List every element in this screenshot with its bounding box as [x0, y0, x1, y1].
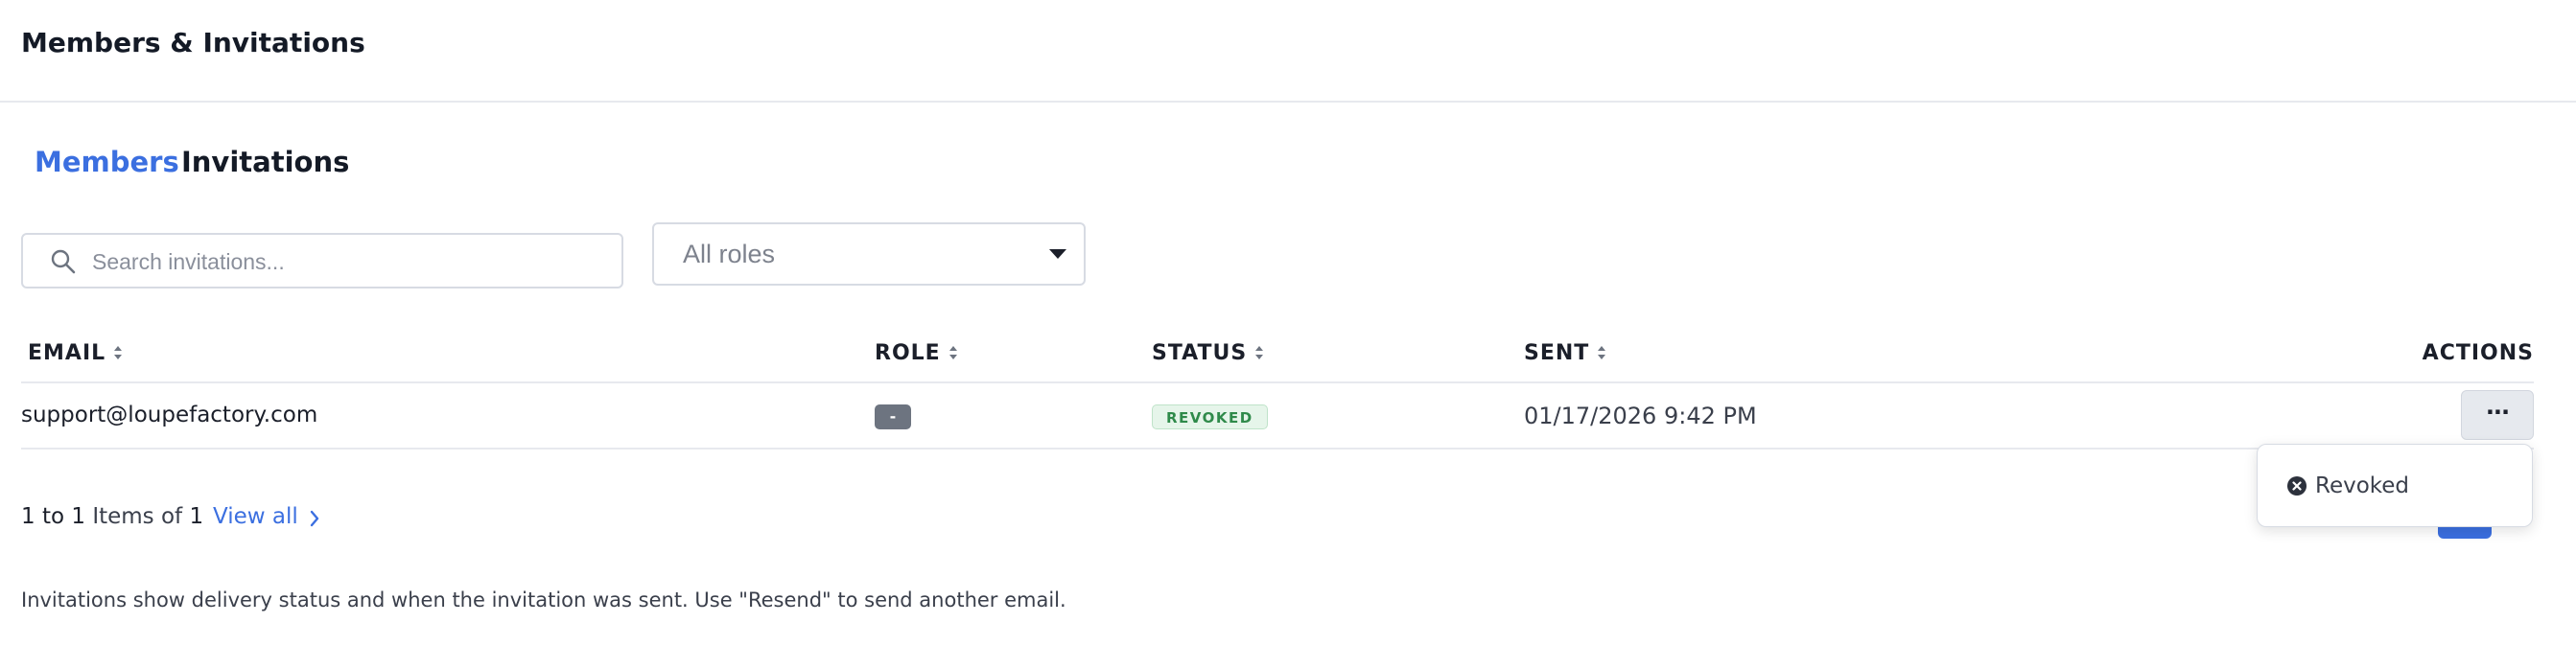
pagination-to-word: to	[41, 504, 65, 529]
tab-invitations[interactable]: Invitations	[181, 146, 349, 178]
pagination-to: 1	[71, 504, 85, 529]
tab-members[interactable]: Members	[35, 146, 179, 178]
row-sent-date: 01/17/2026 9:42 PM	[1524, 403, 1757, 429]
page-title: Members & Invitations	[21, 27, 365, 58]
pagination-total: 1	[189, 504, 204, 529]
column-header-email[interactable]: EMAIL	[28, 341, 123, 365]
column-header-status-label: STATUS	[1152, 341, 1248, 365]
search-icon	[51, 249, 76, 274]
sort-icon	[114, 346, 123, 359]
chevron-right-icon[interactable]	[309, 509, 320, 528]
search-box[interactable]	[21, 233, 623, 288]
sort-icon	[948, 346, 957, 359]
caret-down-icon	[1049, 249, 1066, 259]
role-badge: -	[875, 404, 911, 429]
row-actions-button[interactable]: ···	[2461, 390, 2534, 440]
menu-item-label: Revoked	[2315, 473, 2410, 498]
sort-icon	[1598, 346, 1606, 359]
x-circle-icon	[2287, 476, 2307, 496]
pagination-items-of: Items of	[92, 504, 183, 529]
more-icon: ···	[2485, 399, 2510, 426]
pagination-from: 1	[21, 504, 35, 529]
row-actions-menu: Revoked	[2257, 444, 2533, 527]
table-divider	[21, 381, 2534, 383]
footer-note: Invitations show delivery status and whe…	[21, 588, 1066, 611]
pagination-summary: 1 to 1 Items of 1	[21, 504, 203, 529]
status-badge: REVOKED	[1152, 404, 1268, 429]
view-all-link[interactable]: View all	[213, 504, 298, 529]
role-filter-select[interactable]: All roles	[652, 222, 1086, 286]
search-input[interactable]	[90, 242, 612, 281]
column-header-actions: ACTIONS	[2422, 341, 2534, 365]
column-header-email-label: EMAIL	[28, 341, 106, 365]
role-filter-value: All roles	[683, 240, 776, 268]
table-divider	[21, 448, 2534, 450]
column-header-sent[interactable]: SENT	[1524, 341, 1606, 365]
column-header-sent-label: SENT	[1524, 341, 1590, 365]
sort-icon	[1255, 346, 1264, 359]
column-header-role[interactable]: ROLE	[875, 341, 958, 365]
column-header-status[interactable]: STATUS	[1152, 341, 1264, 365]
menu-item-revoked[interactable]: Revoked	[2286, 472, 2409, 500]
header-divider	[0, 101, 2576, 103]
row-email: support@loupefactory.com	[21, 403, 318, 427]
column-header-role-label: ROLE	[875, 341, 941, 365]
